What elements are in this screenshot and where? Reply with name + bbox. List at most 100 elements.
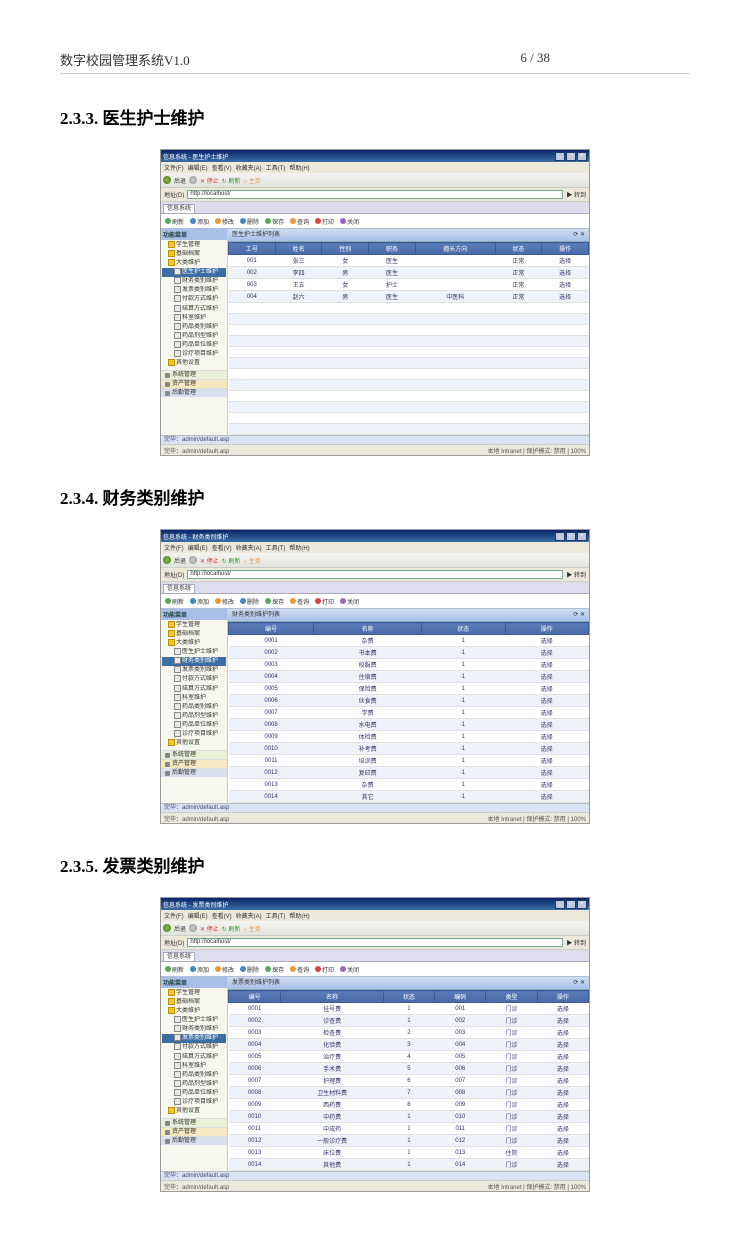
op-cell[interactable]: 选择 bbox=[505, 755, 588, 767]
back-icon[interactable] bbox=[163, 176, 171, 184]
tree-item[interactable]: 学生管理 bbox=[162, 989, 226, 998]
tree-item[interactable]: 科室维护 bbox=[162, 694, 226, 703]
tree-item[interactable]: 大类维护 bbox=[162, 259, 226, 268]
op-cell[interactable]: 选择 bbox=[505, 743, 588, 755]
menu-item[interactable]: 文件(F) bbox=[164, 914, 184, 920]
tree-item[interactable]: 结算方式维护 bbox=[162, 305, 226, 314]
app-toolbar-button[interactable]: 打印 bbox=[315, 965, 334, 974]
tree-item[interactable]: 药品剂型维护 bbox=[162, 712, 226, 721]
refresh-button[interactable]: ↻ 刷新 bbox=[222, 924, 241, 933]
tree-item[interactable]: 科室维护 bbox=[162, 1062, 226, 1071]
browser-tab[interactable]: 信息系统 bbox=[163, 204, 195, 213]
menu-item[interactable]: 帮助(H) bbox=[289, 914, 309, 920]
tree-item[interactable]: 结算方式维护 bbox=[162, 685, 226, 694]
menu-item[interactable]: 工具(T) bbox=[266, 914, 286, 920]
tree-item[interactable]: 药品单位维护 bbox=[162, 1089, 226, 1098]
app-toolbar-button[interactable]: 保存 bbox=[265, 965, 284, 974]
menu-item[interactable]: 编辑(E) bbox=[188, 166, 208, 172]
app-toolbar-button[interactable]: 修改 bbox=[215, 597, 234, 606]
nav-section[interactable]: 资产管理 bbox=[161, 1127, 227, 1136]
tree-item[interactable]: 医生护士维护 bbox=[162, 268, 226, 277]
app-toolbar-button[interactable]: 修改 bbox=[215, 217, 234, 226]
menu-item[interactable]: 编辑(E) bbox=[188, 914, 208, 920]
maximize-button[interactable]: □ bbox=[566, 152, 576, 161]
close-button[interactable]: × bbox=[577, 532, 587, 541]
op-cell[interactable]: 选择 bbox=[537, 1015, 588, 1027]
op-cell[interactable]: 选择 bbox=[505, 719, 588, 731]
tree-item[interactable]: 药品类别维护 bbox=[162, 323, 226, 332]
nav-section[interactable]: 后勤管理 bbox=[161, 768, 227, 777]
app-toolbar-button[interactable]: 添加 bbox=[190, 965, 209, 974]
tree-item[interactable]: 财务类别维护 bbox=[162, 277, 226, 286]
op-cell[interactable]: 选择 bbox=[537, 1135, 588, 1147]
menu-item[interactable]: 帮助(H) bbox=[289, 546, 309, 552]
app-toolbar-button[interactable]: 刷新 bbox=[165, 965, 184, 974]
op-cell[interactable]: 选择 bbox=[505, 779, 588, 791]
forward-icon[interactable] bbox=[189, 176, 197, 184]
menu-item[interactable]: 工具(T) bbox=[266, 166, 286, 172]
forward-icon[interactable] bbox=[189, 556, 197, 564]
nav-section[interactable]: 系统管理 bbox=[161, 750, 227, 759]
op-cell[interactable]: 选择 bbox=[542, 291, 589, 303]
menu-item[interactable]: 工具(T) bbox=[266, 546, 286, 552]
nav-section[interactable]: 资产管理 bbox=[161, 379, 227, 388]
tree-item[interactable]: 发票类别维护 bbox=[162, 286, 226, 295]
panel-tools[interactable]: ⟳ ✕ bbox=[573, 978, 585, 988]
tree-item[interactable]: 其他设置 bbox=[162, 1107, 226, 1116]
menu-item[interactable]: 查看(V) bbox=[212, 914, 232, 920]
menu-item[interactable]: 收藏夹(A) bbox=[236, 914, 262, 920]
minimize-button[interactable]: _ bbox=[555, 152, 565, 161]
app-toolbar-button[interactable]: 查询 bbox=[290, 217, 309, 226]
home-button[interactable]: ⌂ 主页 bbox=[243, 556, 260, 565]
tree-item[interactable]: 发票类别维护 bbox=[162, 1034, 226, 1043]
op-cell[interactable]: 选择 bbox=[537, 1039, 588, 1051]
tree-item[interactable]: 付款方式维护 bbox=[162, 675, 226, 684]
tree-item[interactable]: 其他设置 bbox=[162, 739, 226, 748]
tree-item[interactable]: 付款方式维护 bbox=[162, 295, 226, 304]
go-button[interactable]: ▶ 转到 bbox=[566, 570, 586, 579]
app-toolbar-button[interactable]: 打印 bbox=[315, 217, 334, 226]
op-cell[interactable]: 选择 bbox=[505, 695, 588, 707]
go-button[interactable]: ▶ 转到 bbox=[566, 190, 586, 199]
op-cell[interactable]: 选择 bbox=[537, 1099, 588, 1111]
tree-item[interactable]: 药品剂型维护 bbox=[162, 1080, 226, 1089]
browser-tab[interactable]: 信息系统 bbox=[163, 584, 195, 593]
op-cell[interactable]: 选择 bbox=[537, 1063, 588, 1075]
tree-item[interactable]: 发票类别维护 bbox=[162, 666, 226, 675]
app-toolbar-button[interactable]: 打印 bbox=[315, 597, 334, 606]
app-toolbar-button[interactable]: 查询 bbox=[290, 965, 309, 974]
tree-item[interactable]: 基础档案 bbox=[162, 630, 226, 639]
menu-item[interactable]: 帮助(H) bbox=[289, 166, 309, 172]
op-cell[interactable]: 选择 bbox=[505, 707, 588, 719]
home-button[interactable]: ⌂ 主页 bbox=[243, 176, 260, 185]
app-toolbar-button[interactable]: 修改 bbox=[215, 965, 234, 974]
back-icon[interactable] bbox=[163, 556, 171, 564]
op-cell[interactable]: 选择 bbox=[505, 683, 588, 695]
url-input[interactable]: http://localhost/ bbox=[187, 570, 563, 579]
app-toolbar-button[interactable]: 关闭 bbox=[340, 217, 359, 226]
maximize-button[interactable]: □ bbox=[566, 532, 576, 541]
nav-section[interactable]: 资产管理 bbox=[161, 759, 227, 768]
nav-section[interactable]: 后勤管理 bbox=[161, 388, 227, 397]
tree-item[interactable]: 诊疗项目维护 bbox=[162, 350, 226, 359]
app-toolbar-button[interactable]: 删除 bbox=[240, 597, 259, 606]
app-toolbar-button[interactable]: 删除 bbox=[240, 217, 259, 226]
app-toolbar-button[interactable]: 关闭 bbox=[340, 965, 359, 974]
op-cell[interactable]: 选择 bbox=[505, 635, 588, 647]
stop-button[interactable]: ✕ 停止 bbox=[200, 176, 219, 185]
tree-item[interactable]: 学生管理 bbox=[162, 241, 226, 250]
go-button[interactable]: ▶ 转到 bbox=[566, 938, 586, 947]
op-cell[interactable]: 选择 bbox=[537, 1075, 588, 1087]
tree-item[interactable]: 其他设置 bbox=[162, 359, 226, 368]
tree-item[interactable]: 药品类别维护 bbox=[162, 703, 226, 712]
app-toolbar-button[interactable]: 刷新 bbox=[165, 597, 184, 606]
op-cell[interactable]: 选择 bbox=[542, 279, 589, 291]
tree-item[interactable]: 基础档案 bbox=[162, 998, 226, 1007]
stop-button[interactable]: ✕ 停止 bbox=[200, 924, 219, 933]
menu-item[interactable]: 编辑(E) bbox=[188, 546, 208, 552]
menu-item[interactable]: 文件(F) bbox=[164, 546, 184, 552]
menu-item[interactable]: 查看(V) bbox=[212, 546, 232, 552]
tree-item[interactable]: 财务类别维护 bbox=[162, 657, 226, 666]
op-cell[interactable]: 选择 bbox=[542, 255, 589, 267]
op-cell[interactable]: 选择 bbox=[537, 1147, 588, 1159]
